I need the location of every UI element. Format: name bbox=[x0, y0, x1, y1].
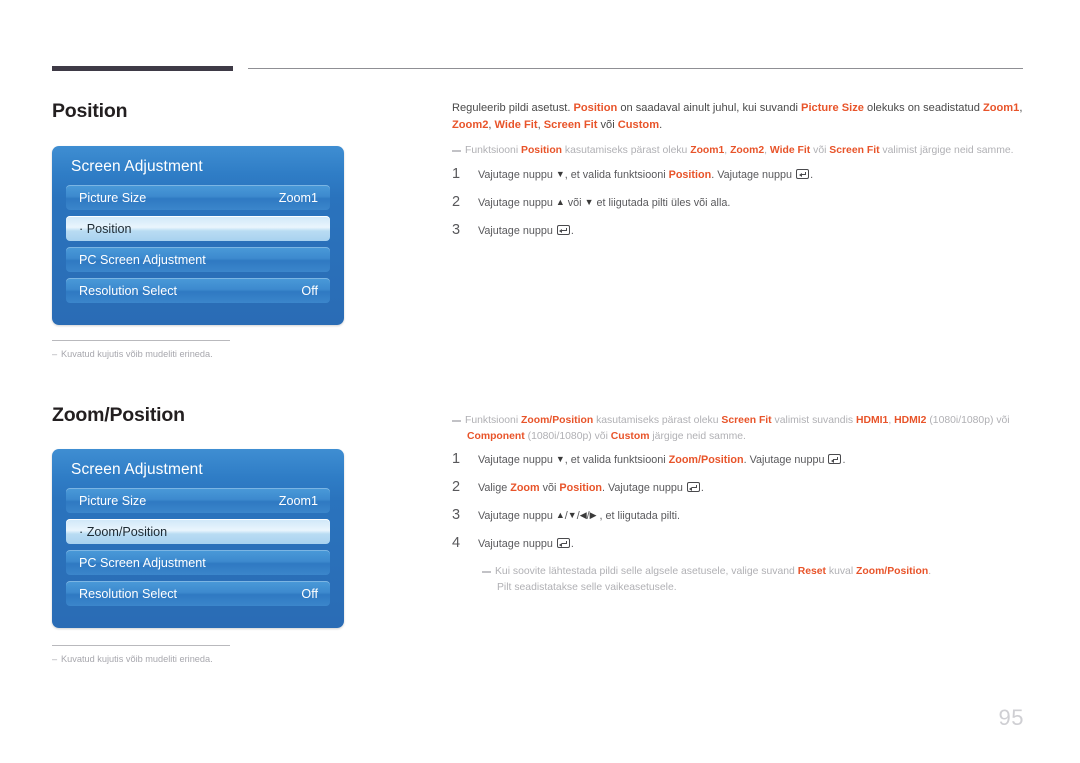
step-item: 2 Vajutage nuppu ▲ või ▼ et liigutada pi… bbox=[452, 193, 1024, 211]
osd-row-resolution-select[interactable]: Resolution Select Off bbox=[66, 581, 330, 606]
footnote-position: – Kuvatud kujutis võib mudeliti erineda. bbox=[52, 340, 230, 359]
page-title-position: Position bbox=[52, 100, 128, 122]
step-number: 1 bbox=[452, 165, 461, 182]
step-item: 3 Vajutage nuppu . bbox=[452, 221, 1024, 239]
step-item: 4 Vajutage nuppu . bbox=[452, 536, 1024, 552]
footnote-divider bbox=[52, 340, 230, 341]
osd-row-zoom-position[interactable]: · Zoom/Position bbox=[66, 519, 330, 544]
osd-row-picture-size[interactable]: Picture Size Zoom1 bbox=[66, 488, 330, 513]
osd-row-value: Off bbox=[301, 586, 318, 601]
footnote-dash-icon: – bbox=[52, 654, 58, 664]
step-text: Vajutage nuppu . bbox=[478, 224, 574, 237]
note-paragraph: Funktsiooni Position kasutamiseks pärast… bbox=[452, 143, 1024, 159]
step-number: 3 bbox=[452, 221, 461, 238]
footnote-label: Kuvatud kujutis võib mudeliti erineda. bbox=[61, 654, 213, 664]
osd-row-position[interactable]: · Position bbox=[66, 216, 330, 241]
note-paragraph: Funktsiooni Zoom/Position kasutamiseks p… bbox=[452, 413, 1024, 444]
step-number: 2 bbox=[452, 479, 461, 495]
step-text: Vajutage nuppu . bbox=[478, 538, 574, 550]
step-number: 4 bbox=[452, 535, 461, 551]
step-number: 2 bbox=[452, 193, 461, 210]
osd-row-picture-size[interactable]: Picture Size Zoom1 bbox=[66, 185, 330, 210]
step-text: Vajutage nuppu ▲ või ▼ et liigutada pilt… bbox=[478, 196, 731, 209]
step-number: 1 bbox=[452, 451, 461, 467]
osd-panel-zoom-position: Screen Adjustment Picture Size Zoom1 · Z… bbox=[52, 449, 344, 628]
osd-row-label: PC Screen Adjustment bbox=[79, 555, 206, 570]
step-text: Vajutage nuppu ▲/▼/◀/▶ , et liigutada pi… bbox=[478, 510, 680, 522]
osd-row-label: Resolution Select bbox=[79, 586, 178, 601]
footnote-divider bbox=[52, 645, 230, 646]
footnote-dash-icon: – bbox=[52, 349, 58, 359]
osd-panel-position: Screen Adjustment Picture Size Zoom1 · P… bbox=[52, 146, 344, 325]
step-number: 3 bbox=[452, 507, 461, 523]
header-rule-thin bbox=[248, 68, 1023, 69]
osd-row-label: PC Screen Adjustment bbox=[79, 252, 206, 267]
osd-row-value: Off bbox=[301, 283, 318, 298]
footnote-zoom-position: – Kuvatud kujutis võib mudeliti erineda. bbox=[52, 645, 230, 664]
intro-paragraph: Reguleerib pildi asetust. Position on sa… bbox=[452, 102, 1023, 131]
step-text: Vajutage nuppu ▼, et valida funktsiooni … bbox=[478, 168, 814, 181]
body-column-zoom-position: Funktsiooni Zoom/Position kasutamiseks p… bbox=[452, 403, 1024, 595]
step-item: 1 Vajutage nuppu ▼, et valida funktsioon… bbox=[452, 165, 1024, 183]
osd-row-resolution-select[interactable]: Resolution Select Off bbox=[66, 278, 330, 303]
footnote-text: – Kuvatud kujutis võib mudeliti erineda. bbox=[52, 349, 230, 359]
osd-row-pc-screen-adjustment[interactable]: PC Screen Adjustment bbox=[66, 247, 330, 272]
osd-row-label: · Position bbox=[79, 221, 132, 236]
osd-row-value: Zoom1 bbox=[278, 190, 318, 205]
osd-panel-title: Screen Adjustment bbox=[71, 158, 203, 175]
osd-row-pc-screen-adjustment[interactable]: PC Screen Adjustment bbox=[66, 550, 330, 575]
footnote-label: Kuvatud kujutis võib mudeliti erineda. bbox=[61, 349, 213, 359]
page-number: 95 bbox=[998, 705, 1024, 730]
osd-row-label: Picture Size bbox=[79, 190, 147, 205]
step-text: Valige Zoom või Position. Vajutage nuppu… bbox=[478, 482, 704, 494]
osd-row-label: Picture Size bbox=[79, 493, 147, 508]
reset-note-paragraph: Kui soovite lähtestada pildi selle algse… bbox=[482, 564, 1024, 595]
header-rule-thick bbox=[52, 66, 233, 71]
osd-row-label: · Zoom/Position bbox=[79, 524, 168, 539]
step-item: 3 Vajutage nuppu ▲/▼/◀/▶ , et liigutada … bbox=[452, 508, 1024, 524]
osd-panel-title: Screen Adjustment bbox=[71, 461, 203, 478]
page-title-zoom-position: Zoom/Position bbox=[52, 404, 185, 426]
osd-row-label: Resolution Select bbox=[79, 283, 178, 298]
body-column-position: Reguleerib pildi asetust. Position on sa… bbox=[452, 100, 1024, 251]
step-item: 1 Vajutage nuppu ▼, et valida funktsioon… bbox=[452, 452, 1024, 468]
step-text: Vajutage nuppu ▼, et valida funktsiooni … bbox=[478, 454, 846, 466]
steps-list: 1 Vajutage nuppu ▼, et valida funktsioon… bbox=[452, 452, 1024, 552]
osd-row-value: Zoom1 bbox=[278, 493, 318, 508]
steps-list: 1 Vajutage nuppu ▼, et valida funktsioon… bbox=[452, 165, 1024, 239]
footnote-text: – Kuvatud kujutis võib mudeliti erineda. bbox=[52, 654, 230, 664]
step-item: 2 Valige Zoom või Position. Vajutage nup… bbox=[452, 480, 1024, 496]
